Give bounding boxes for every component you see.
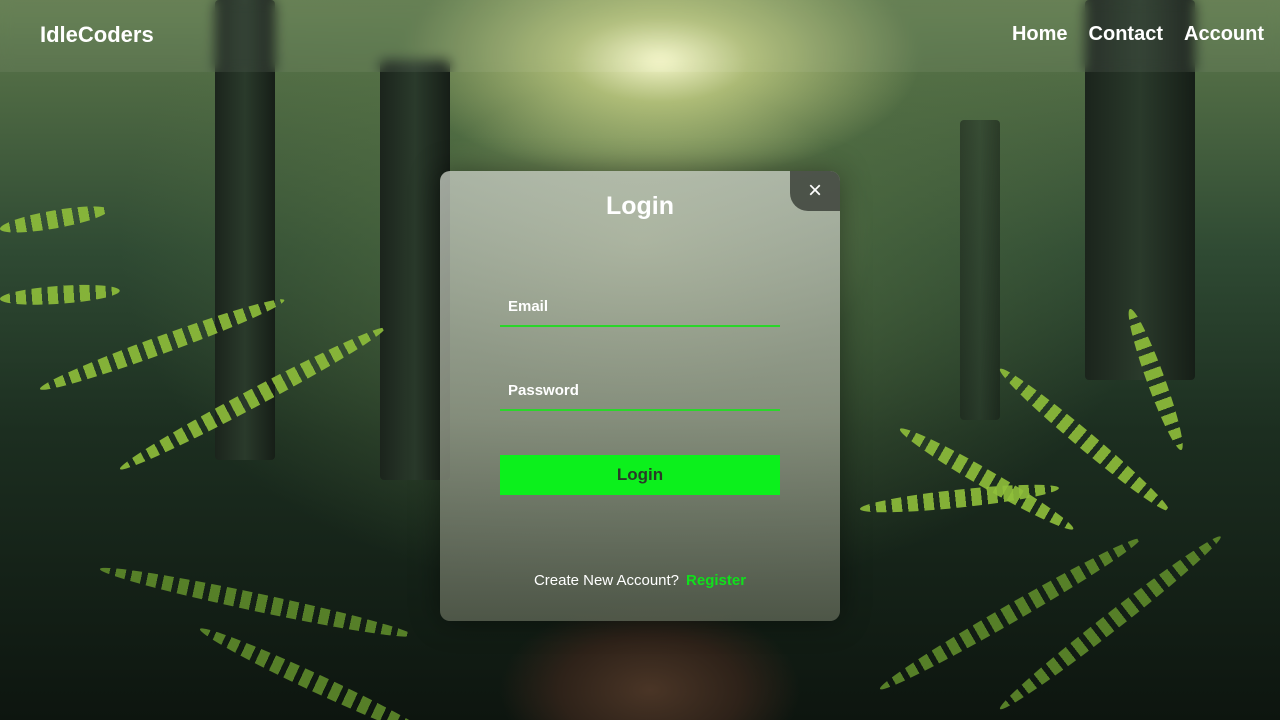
top-navbar: IdleCoders Home Contact Account bbox=[0, 0, 1280, 72]
fern-frond bbox=[875, 531, 1145, 697]
fern-frond bbox=[0, 201, 110, 238]
email-field: Email bbox=[500, 289, 784, 327]
fern-frond bbox=[0, 281, 121, 308]
password-field: Password bbox=[500, 373, 784, 411]
nav-link-home[interactable]: Home bbox=[1012, 23, 1068, 46]
nav-link-contact[interactable]: Contact bbox=[1089, 23, 1163, 46]
login-modal: × Login Email Password Login Create New … bbox=[440, 171, 840, 621]
register-prompt: Create New Account? bbox=[533, 572, 680, 589]
nav-link-account[interactable]: Account bbox=[1184, 23, 1264, 46]
email-input[interactable] bbox=[500, 293, 784, 325]
fern-frond bbox=[98, 560, 415, 645]
login-button[interactable]: Login bbox=[500, 455, 780, 495]
brand-logo[interactable]: IdleCoders bbox=[40, 22, 154, 48]
register-row: Create New Account? Register bbox=[440, 572, 840, 589]
register-link[interactable]: Register bbox=[686, 572, 746, 589]
modal-title: Login bbox=[605, 192, 675, 220]
fern-frond bbox=[895, 421, 1078, 537]
tree-trunk bbox=[960, 120, 1000, 420]
password-input[interactable] bbox=[500, 377, 784, 409]
nav-links: Home Contact Account bbox=[1012, 23, 1264, 46]
